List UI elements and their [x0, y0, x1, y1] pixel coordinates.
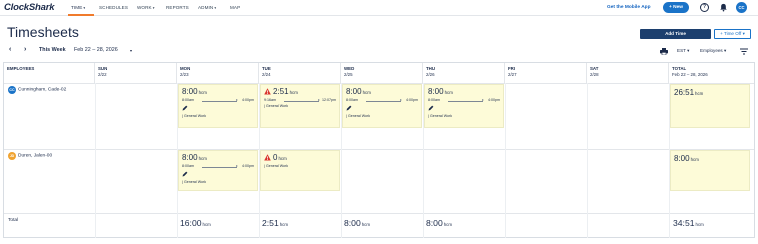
time-entry-card[interactable]: 0hcm | General Work — [260, 150, 340, 191]
entry-job: | General Work — [264, 104, 289, 108]
question-circle-icon[interactable]: ? — [700, 3, 709, 12]
entry-job: | General Work — [264, 164, 289, 168]
nav-item-map[interactable]: MAP — [230, 5, 240, 10]
get-mobile-app-link[interactable]: Get the Mobile App — [607, 5, 651, 10]
day-header-wed: WED 2/25 — [341, 63, 423, 83]
entry-hours: 2:51 — [273, 87, 289, 96]
footer-total-wed: 8:00hcm — [344, 218, 371, 228]
print-icon[interactable] — [660, 48, 668, 55]
arrow-right-icon — [448, 99, 484, 102]
day-header-mon: MON 2/23 — [177, 63, 259, 83]
time-entry-card[interactable]: 2:51hcm 9:16am 12:07pm | General Work — [260, 84, 340, 128]
bell-icon[interactable] — [719, 3, 728, 12]
pencil-icon[interactable] — [428, 105, 434, 111]
day-header-sun: SUN 2/22 — [95, 63, 177, 83]
time-entry-card[interactable]: 8:00hcm 8:00am 4:00pm | General Work — [424, 84, 504, 128]
page-title: Timesheets — [7, 24, 79, 40]
new-button[interactable]: + New — [663, 2, 689, 13]
top-navigation-bar: ClockShark TIME▾ SCHEDULES WORK▾ REPORTS… — [0, 0, 758, 16]
entry-job: | General Work — [182, 114, 207, 118]
week-label[interactable]: This Week — [39, 47, 66, 53]
warning-icon — [264, 153, 271, 160]
week-range[interactable]: Feb 22 – 28, 2026 — [74, 47, 118, 53]
add-time-button[interactable]: Add Time — [640, 29, 711, 39]
nav-item-time[interactable]: TIME▾ — [71, 5, 85, 10]
nav-item-reports[interactable]: REPORTS — [166, 5, 189, 10]
employees-column-header: EMPLOYEES — [4, 63, 95, 83]
column-divider — [95, 83, 96, 238]
time-entry-card[interactable]: 8:00hcm 8:00am 4:00pm | General Work — [178, 150, 258, 191]
day-header-sat: SAT 2/28 — [587, 63, 669, 83]
user-avatar[interactable]: CC — [736, 2, 747, 13]
chevron-down-icon[interactable]: ▾ — [130, 48, 132, 53]
footer-total-tue: 2:51hcm — [262, 218, 289, 228]
total-column-header: TOTAL Feb 22 – 28, 2026 — [672, 66, 708, 77]
footer-total-thu: 8:00hcm — [426, 218, 453, 228]
entry-hours: 8:00 — [428, 87, 444, 96]
app-logo[interactable]: ClockShark — [4, 2, 54, 13]
row-total: 8:00hcm — [670, 150, 750, 191]
timesheet-grid: EMPLOYEES SUN 2/22 MON 2/23 TUE 2/24 WED 2/2… — [3, 62, 755, 238]
day-header-thu: THU 2/26 — [423, 63, 505, 83]
pencil-icon[interactable] — [182, 171, 188, 177]
column-divider — [505, 83, 506, 238]
employee-avatar: CC — [8, 86, 16, 94]
arrow-right-icon — [202, 99, 238, 102]
timezone-select[interactable]: EST ▾ — [677, 48, 689, 54]
entry-job: | General Work — [428, 114, 453, 118]
arrow-right-icon — [284, 99, 320, 102]
employee-row-duren[interactable]: JD Duren, Jalen-00 — [8, 152, 52, 160]
arrow-right-icon — [202, 165, 238, 168]
footer-total-mon: 16:00hcm — [180, 218, 211, 228]
row-total: 26:51hcm — [670, 84, 750, 128]
day-header-tue: TUE 2/24 — [259, 63, 341, 83]
warning-icon — [264, 87, 271, 94]
employee-avatar: JD — [8, 152, 16, 160]
row-divider — [4, 213, 754, 214]
employees-select[interactable]: Employees ▾ — [700, 48, 726, 54]
time-entry-card[interactable]: 8:00hcm 8:00am 4:00pm | General Work — [342, 84, 422, 128]
pencil-icon[interactable] — [182, 105, 188, 111]
entry-hours: 8:00 — [182, 87, 198, 96]
day-header-fri: FRI 2/27 — [505, 63, 587, 83]
entry-job: | General Work — [346, 114, 371, 118]
chevron-right-icon[interactable]: › — [24, 46, 26, 53]
column-divider — [587, 83, 588, 238]
employee-name[interactable]: Cunningham, Cade-02 — [18, 88, 66, 93]
entry-hours: 8:00 — [346, 87, 362, 96]
time-off-button[interactable]: + Time Off ▾ — [714, 29, 751, 39]
chevron-left-icon[interactable]: ‹ — [9, 46, 11, 53]
employee-row-cunningham[interactable]: CC Cunningham, Cade-02 — [8, 86, 66, 94]
footer-total-week: 34:51hcm — [673, 218, 704, 228]
footer-total-label: Total — [8, 218, 19, 223]
nav-item-schedules[interactable]: SCHEDULES — [99, 5, 128, 10]
entry-job: | General Work — [182, 180, 207, 184]
pencil-icon[interactable] — [346, 105, 352, 111]
time-entry-card[interactable]: 8:00hcm 8:00am 4:00pm | General Work — [178, 84, 258, 128]
filter-icon[interactable] — [740, 48, 748, 55]
nav-item-work[interactable]: WORK▾ — [137, 5, 155, 10]
nav-active-indicator — [68, 14, 94, 16]
arrow-right-icon — [366, 99, 402, 102]
row-divider — [4, 149, 754, 150]
entry-hours: 8:00 — [182, 153, 198, 162]
employee-name[interactable]: Duren, Jalen-00 — [18, 154, 52, 159]
nav-item-admin[interactable]: ADMIN▾ — [198, 5, 216, 10]
entry-hours: 0 — [273, 153, 278, 162]
